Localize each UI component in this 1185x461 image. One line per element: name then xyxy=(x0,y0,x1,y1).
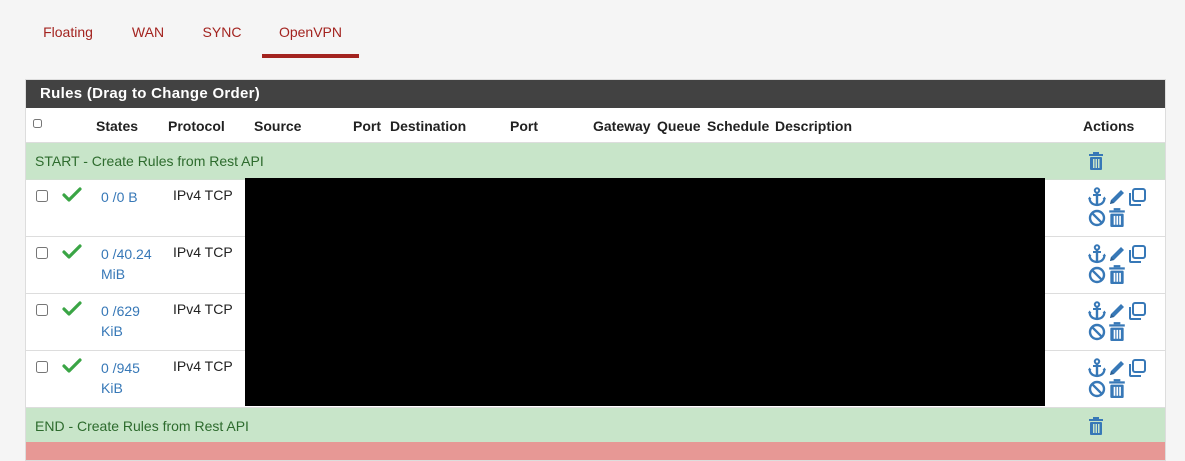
anchor-icon[interactable] xyxy=(1087,187,1107,207)
col-destination-port[interactable]: Port xyxy=(510,118,538,134)
states-line2[interactable]: MiB xyxy=(101,264,163,284)
protocol-value: IPv4 TCP xyxy=(173,358,233,374)
trash-icon[interactable] xyxy=(1107,207,1127,227)
states-link[interactable]: 0 /40.24 MiB xyxy=(101,244,163,284)
ban-icon[interactable] xyxy=(1087,207,1107,227)
row-checkbox[interactable] xyxy=(36,304,48,316)
trash-icon[interactable] xyxy=(1107,264,1127,284)
col-schedule[interactable]: Schedule xyxy=(707,118,769,134)
pencil-icon[interactable] xyxy=(1107,358,1127,378)
separator-start-label: START - Create Rules from Rest API xyxy=(35,153,264,169)
tab-wan[interactable]: WAN xyxy=(123,0,173,58)
row-actions xyxy=(1087,244,1147,284)
states-line2[interactable]: KiB xyxy=(101,321,163,341)
pencil-icon[interactable] xyxy=(1107,244,1127,264)
row-actions xyxy=(1087,301,1147,341)
separator-start[interactable]: START - Create Rules from Rest API xyxy=(26,143,1165,180)
redacted-area xyxy=(245,178,1045,406)
pencil-icon[interactable] xyxy=(1107,301,1127,321)
states-line1[interactable]: 0 /945 xyxy=(101,358,163,378)
trash-icon[interactable] xyxy=(1087,417,1105,435)
trash-icon[interactable] xyxy=(1107,378,1127,398)
row-checkbox[interactable] xyxy=(36,247,48,259)
states-line1[interactable]: 0 /40.24 xyxy=(101,244,163,264)
disabled-rule-row[interactable] xyxy=(26,442,1165,460)
select-all-checkbox[interactable] xyxy=(33,119,42,128)
col-description[interactable]: Description xyxy=(775,118,852,134)
states-link[interactable]: 0 /0 B xyxy=(101,187,163,207)
states-link[interactable]: 0 /629 KiB xyxy=(101,301,163,341)
col-source[interactable]: Source xyxy=(254,118,301,134)
separator-end[interactable]: END - Create Rules from Rest API xyxy=(26,408,1165,445)
row-actions xyxy=(1087,187,1147,227)
states-link[interactable]: 0 /945 KiB xyxy=(101,358,163,398)
col-source-port[interactable]: Port xyxy=(353,118,381,134)
states-line2[interactable]: KiB xyxy=(101,378,163,398)
states-line1[interactable]: 0 /0 B xyxy=(101,187,163,207)
protocol-value: IPv4 TCP xyxy=(173,244,233,260)
check-icon xyxy=(62,358,82,374)
trash-icon[interactable] xyxy=(1107,321,1127,341)
ban-icon[interactable] xyxy=(1087,321,1107,341)
col-protocol[interactable]: Protocol xyxy=(168,118,225,134)
row-checkbox[interactable] xyxy=(36,190,48,202)
row-actions xyxy=(1087,358,1147,398)
copy-icon[interactable] xyxy=(1127,187,1147,207)
protocol-value: IPv4 TCP xyxy=(173,187,233,203)
anchor-icon[interactable] xyxy=(1087,301,1107,321)
col-queue[interactable]: Queue xyxy=(657,118,701,134)
ban-icon[interactable] xyxy=(1087,378,1107,398)
check-icon xyxy=(62,301,82,317)
separator-end-label: END - Create Rules from Rest API xyxy=(35,418,249,434)
panel-title: Rules (Drag to Change Order) xyxy=(26,80,1165,108)
copy-icon[interactable] xyxy=(1127,301,1147,321)
tab-openvpn[interactable]: OpenVPN xyxy=(262,0,359,58)
row-checkbox[interactable] xyxy=(36,361,48,373)
check-icon xyxy=(62,244,82,260)
col-states[interactable]: States xyxy=(96,118,138,134)
anchor-icon[interactable] xyxy=(1087,358,1107,378)
rules-panel: Rules (Drag to Change Order) States Prot… xyxy=(25,79,1166,461)
trash-icon[interactable] xyxy=(1087,152,1105,170)
table-header: States Protocol Source Port Destination … xyxy=(26,108,1165,143)
protocol-value: IPv4 TCP xyxy=(173,301,233,317)
anchor-icon[interactable] xyxy=(1087,244,1107,264)
col-destination[interactable]: Destination xyxy=(390,118,466,134)
tab-floating[interactable]: Floating xyxy=(25,0,111,58)
states-line1[interactable]: 0 /629 xyxy=(101,301,163,321)
check-icon xyxy=(62,187,82,203)
col-actions: Actions xyxy=(1083,118,1135,134)
tab-sync[interactable]: SYNC xyxy=(195,0,249,58)
pencil-icon[interactable] xyxy=(1107,187,1127,207)
copy-icon[interactable] xyxy=(1127,244,1147,264)
ban-icon[interactable] xyxy=(1087,264,1107,284)
col-gateway[interactable]: Gateway xyxy=(593,118,651,134)
copy-icon[interactable] xyxy=(1127,358,1147,378)
